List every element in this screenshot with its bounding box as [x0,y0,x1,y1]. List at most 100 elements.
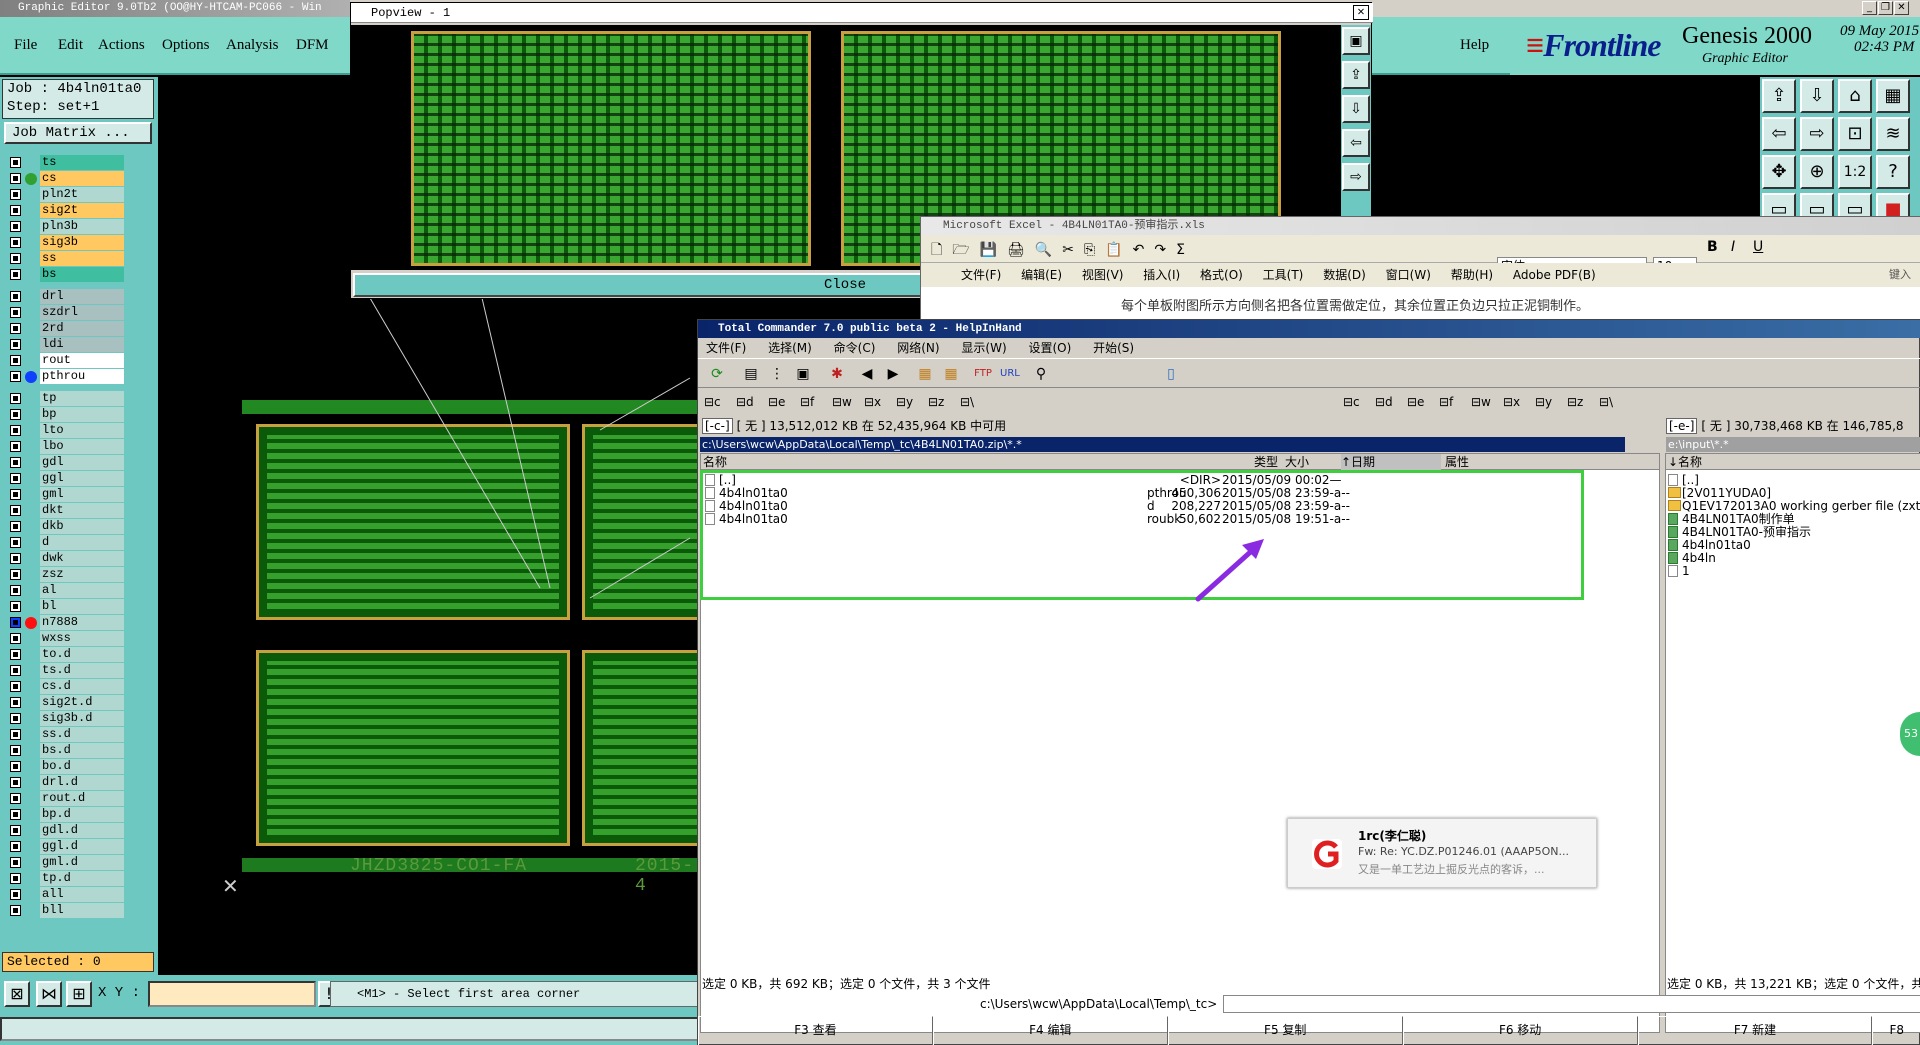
right-path[interactable]: e:\input\*.* [1666,437,1920,452]
drive-button-x[interactable]: ⊟x [1503,390,1520,414]
left-drive-select[interactable]: [-c-] [702,418,733,434]
popview-close-icon[interactable]: ✕ [1353,5,1369,20]
f7-new-button[interactable]: F7 新建 [1637,1016,1873,1045]
layer-row[interactable]: bp.d [0,807,158,823]
popview-right-icon[interactable]: ⇨ [1342,163,1370,191]
popview-left-icon[interactable]: ⇦ [1342,129,1370,157]
layer-checkbox[interactable] [10,793,21,804]
job-matrix-button[interactable]: Job Matrix ... [4,122,152,144]
toolbar-zoom-in-icon[interactable]: ✥ [1762,155,1796,189]
layer-row[interactable]: cs.d [0,679,158,695]
left-path[interactable]: c:\Users\wcw\AppData\Local\Temp\_tc\4B4L… [700,437,1625,452]
toolbar-right-icon[interactable]: ⇨ [1800,117,1834,151]
excel-menu-item[interactable]: 工具(T) [1263,268,1304,282]
layer-row[interactable]: ts.d [0,663,158,679]
col-name[interactable]: 名称 [703,454,727,470]
layer-checkbox[interactable] [10,441,21,452]
tc-menu-item[interactable]: 选择(M) [768,341,812,355]
layer-row[interactable]: ss.d [0,727,158,743]
drive-button-f[interactable]: ⊟f [800,390,814,414]
menu-analysis[interactable]: Analysis [226,37,279,54]
layer-row[interactable]: 2rd [0,321,158,337]
excel-menu-item[interactable]: 格式(O) [1200,268,1243,282]
excel-help-hint[interactable]: 键入 [1889,263,1911,287]
unpack-icon[interactable]: ▦ [942,365,960,383]
layer-checkbox[interactable] [10,697,21,708]
layer-checkbox[interactable] [10,457,21,468]
layer-checkbox[interactable] [10,253,21,264]
layer-row[interactable]: bs.d [0,743,158,759]
layer-checkbox[interactable] [10,713,21,724]
close-button[interactable]: ✕ [1894,1,1909,15]
layer-checkbox[interactable] [10,221,21,232]
layer-row[interactable]: d [0,535,158,551]
layer-checkbox[interactable] [10,873,21,884]
drive-button-\[interactable]: ⊟\ [1599,390,1613,414]
layer-row[interactable]: ggl.d [0,839,158,855]
drive-button-w[interactable]: ⊟w [1471,390,1491,414]
layer-checkbox[interactable] [10,889,21,900]
mail-notification[interactable]: 1rc(李仁聪) Fw: Re: YC.DZ.P01246.01 (AAAP5O… [1287,818,1597,888]
drive-button-\[interactable]: ⊟\ [960,390,974,414]
layer-checkbox[interactable] [10,489,21,500]
layer-checkbox[interactable] [10,905,21,916]
layer-checkbox[interactable] [10,205,21,216]
layer-checkbox[interactable] [10,537,21,548]
layer-row[interactable]: szdrl [0,305,158,321]
bold-icon[interactable]: B [1707,239,1718,255]
layer-row[interactable]: sig2t [0,203,158,219]
ftp-icon[interactable]: FTP [974,365,992,383]
menu-edit[interactable]: Edit [58,37,83,54]
layer-checkbox[interactable] [10,237,21,248]
thumb-view-icon[interactable]: ▣ [794,365,812,383]
layer-row[interactable]: drl [0,289,158,305]
layer-checkbox[interactable] [10,307,21,318]
toolbar-home-icon[interactable]: ⌂ [1838,79,1872,113]
layer-checkbox[interactable] [10,173,21,184]
toolbar-redraw-icon[interactable]: ≋ [1876,117,1910,151]
search-icon[interactable]: ⚲ [1032,365,1050,383]
col-date[interactable]: ↑日期 [1341,454,1441,470]
col-type[interactable]: 类型 [1254,454,1278,470]
layer-checkbox[interactable] [10,841,21,852]
layer-row[interactable]: gml [0,487,158,503]
menu-help[interactable]: Help [1460,37,1489,54]
layer-row[interactable]: pln2t [0,187,158,203]
invert-icon[interactable]: ✱ [828,365,846,383]
layer-row[interactable]: gdl [0,455,158,471]
layer-checkbox[interactable] [10,649,21,660]
command-line[interactable] [0,1017,700,1041]
layer-row[interactable]: zsz [0,567,158,583]
layer-checkbox[interactable] [10,355,21,366]
restore-button[interactable]: ❐ [1878,1,1893,15]
layer-row[interactable]: dkt [0,503,158,519]
tree-view-icon[interactable]: ⋮ [768,365,786,383]
col-attr[interactable]: 属性 [1445,454,1469,470]
layer-row[interactable]: bl [0,599,158,615]
popview-up-icon[interactable]: ⇪ [1342,61,1370,89]
f4-edit-button[interactable]: F4 编辑 [932,1016,1168,1045]
col-size[interactable]: 大小 [1285,454,1309,470]
layer-row[interactable]: tp [0,391,158,407]
layer-row[interactable]: cs [0,171,158,187]
tc-title-bar[interactable]: Total Commander 7.0 public beta 2 - Help… [698,320,1920,338]
toolbar-help-icon[interactable]: ? [1876,155,1910,189]
layer-row[interactable]: sig2t.d [0,695,158,711]
layer-checkbox[interactable] [10,825,21,836]
layer-checkbox[interactable] [10,553,21,564]
drive-button-y[interactable]: ⊟y [896,390,913,414]
layer-checkbox[interactable] [10,425,21,436]
layer-checkbox[interactable] [10,339,21,350]
layer-row[interactable]: lbo [0,439,158,455]
layer-row[interactable]: gdl.d [0,823,158,839]
f5-copy-button[interactable]: F5 复制 [1167,1016,1403,1045]
layer-row[interactable]: ss [0,251,158,267]
toolbar-down-icon[interactable]: ⇩ [1800,79,1834,113]
layer-row[interactable]: pln3b [0,219,158,235]
tc-menu-item[interactable]: 设置(O) [1028,341,1071,355]
excel-menu-item[interactable]: 文件(F) [961,268,1001,282]
excel-title-bar[interactable]: Microsoft Excel - 4B4LN01TA0-预审指示.xls [921,217,1920,235]
italic-icon[interactable]: I [1731,239,1735,255]
layer-row[interactable]: to.d [0,647,158,663]
toolbar-fit-icon[interactable]: ⊡ [1838,117,1872,151]
